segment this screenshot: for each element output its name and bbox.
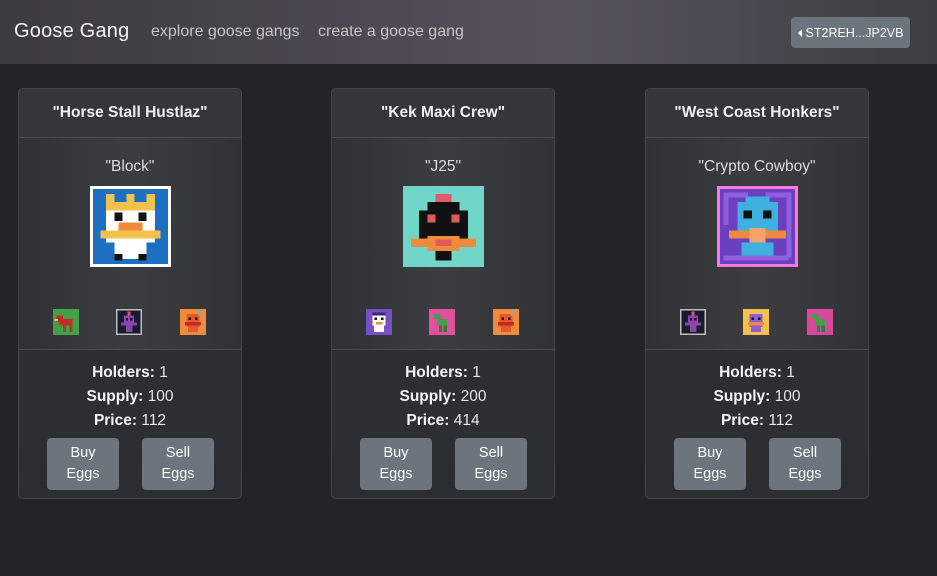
leader-name: "Block" — [105, 158, 155, 175]
nav-explore-link[interactable]: explore goose gangs — [151, 23, 300, 41]
gang-name: "Kek Maxi Crew" — [332, 89, 554, 138]
leader-goose-avatar[interactable] — [717, 186, 798, 267]
buy-label-line1: Buy — [70, 445, 96, 461]
leader-goose-avatar[interactable] — [403, 186, 484, 267]
member-goose-icon[interactable] — [366, 309, 392, 335]
holders-label: Holders: — [405, 364, 468, 381]
gang-card: "Horse Stall Hustlaz" "Block" Holders: 1… — [18, 88, 242, 499]
buy-eggs-button[interactable]: Buy Eggs — [47, 438, 119, 490]
member-goose-icon[interactable] — [680, 309, 706, 335]
member-goose-icon[interactable] — [180, 309, 206, 335]
wallet-address-label: ST2REH...JP2VB — [805, 25, 904, 40]
member-goose-icon[interactable] — [116, 309, 142, 335]
holders-value: 1 — [159, 364, 168, 381]
supply-row: Supply: 100 — [19, 385, 241, 409]
sell-label-line1: Sell — [792, 445, 818, 461]
holders-row: Holders: 1 — [19, 361, 241, 385]
buy-label-line2: Eggs — [379, 466, 413, 482]
price-row: Price: 112 — [646, 409, 868, 433]
gang-stats: Holders: 1 Supply: 100 Price: 112 — [19, 361, 241, 433]
caret-left-icon — [797, 28, 802, 37]
buy-label-line1: Buy — [697, 445, 723, 461]
price-value: 414 — [453, 412, 480, 429]
buy-eggs-button[interactable]: Buy Eggs — [674, 438, 746, 490]
holders-label: Holders: — [719, 364, 782, 381]
supply-value: 100 — [147, 388, 174, 405]
holders-value: 1 — [472, 364, 481, 381]
price-value: 112 — [141, 412, 167, 429]
gang-name: "Horse Stall Hustlaz" — [19, 89, 241, 138]
price-row: Price: 112 — [19, 409, 241, 433]
leader-goose-avatar[interactable] — [90, 186, 171, 267]
sell-eggs-button[interactable]: Sell Eggs — [769, 438, 841, 490]
gang-stats: Holders: 1 Supply: 100 Price: 112 — [646, 361, 868, 433]
member-goose-icon[interactable] — [493, 309, 519, 335]
gang-card: "Kek Maxi Crew" "J25" Holders: 1 Supply:… — [331, 88, 555, 499]
buy-label-line2: Eggs — [66, 466, 100, 482]
price-label: Price: — [720, 412, 765, 429]
leader-name: "J25" — [425, 158, 461, 175]
member-goose-icon[interactable] — [807, 309, 833, 335]
member-goose-icon[interactable] — [743, 309, 769, 335]
sell-label-line1: Sell — [165, 445, 191, 461]
leader-name: "Crypto Cowboy" — [698, 158, 816, 175]
holders-value: 1 — [786, 364, 795, 381]
supply-label: Supply: — [399, 388, 457, 405]
member-goose-icon[interactable] — [429, 309, 455, 335]
holders-row: Holders: 1 — [646, 361, 868, 385]
member-goose-icon[interactable] — [53, 309, 79, 335]
buy-label-line1: Buy — [383, 445, 409, 461]
supply-row: Supply: 200 — [332, 385, 554, 409]
sell-eggs-button[interactable]: Sell Eggs — [455, 438, 527, 490]
price-label: Price: — [93, 412, 138, 429]
price-row: Price: 414 — [332, 409, 554, 433]
sell-label-line1: Sell — [478, 445, 504, 461]
brand-logo-text[interactable]: Goose Gang — [14, 20, 129, 43]
nav-create-link[interactable]: create a goose gang — [318, 23, 464, 41]
sell-eggs-button[interactable]: Sell Eggs — [142, 438, 214, 490]
top-navbar: Goose Gang explore goose gangs create a … — [0, 0, 937, 64]
wallet-address-button[interactable]: ST2REH...JP2VB — [791, 17, 910, 48]
supply-label: Supply: — [86, 388, 144, 405]
supply-value: 200 — [460, 388, 487, 405]
price-value: 112 — [768, 412, 794, 429]
gang-name: "West Coast Honkers" — [646, 89, 868, 138]
supply-value: 100 — [774, 388, 801, 405]
price-label: Price: — [406, 412, 450, 429]
sell-label-line2: Eggs — [161, 466, 195, 482]
supply-label: Supply: — [713, 388, 771, 405]
buy-label-line2: Eggs — [693, 466, 727, 482]
gang-card-body: "Crypto Cowboy" — [646, 138, 868, 350]
sell-label-line2: Eggs — [788, 466, 822, 482]
supply-row: Supply: 100 — [646, 385, 868, 409]
gang-card-body: "Block" — [19, 138, 241, 350]
buy-eggs-button[interactable]: Buy Eggs — [360, 438, 432, 490]
sell-label-line2: Eggs — [474, 466, 508, 482]
gang-card-body: "J25" — [332, 138, 554, 350]
holders-label: Holders: — [92, 364, 155, 381]
gang-card: "West Coast Honkers" "Crypto Cowboy" Hol… — [645, 88, 869, 499]
holders-row: Holders: 1 — [332, 361, 554, 385]
gang-stats: Holders: 1 Supply: 200 Price: 414 — [332, 361, 554, 433]
